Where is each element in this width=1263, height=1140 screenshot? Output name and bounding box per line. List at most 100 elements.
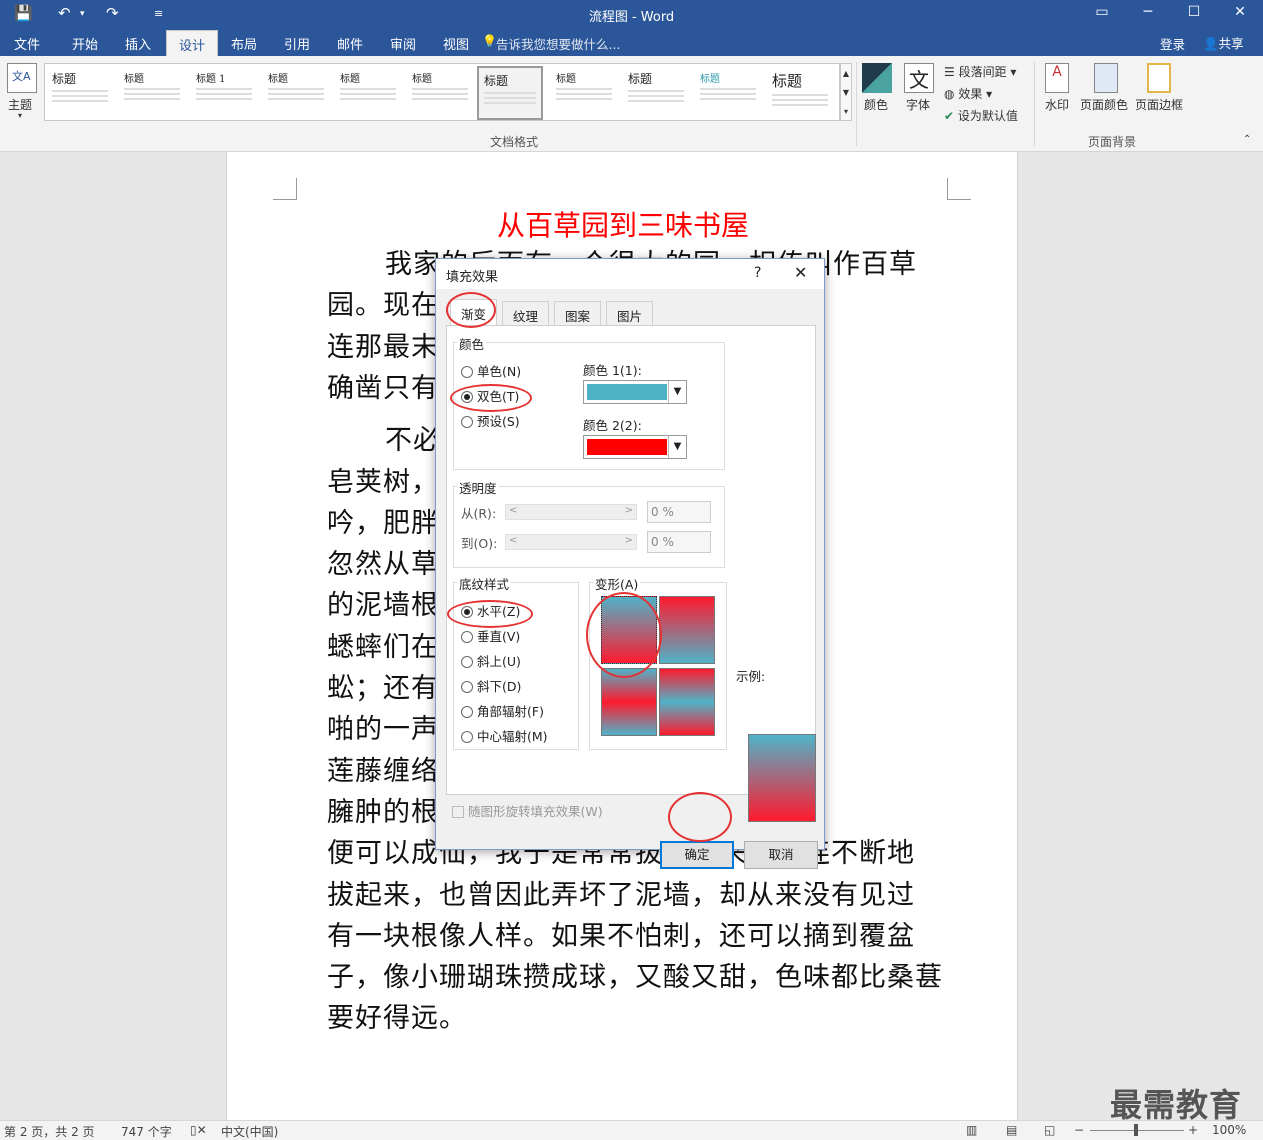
share-button[interactable]: 👤共享 (1203, 33, 1244, 52)
zoom-out-icon[interactable]: − (1074, 1123, 1084, 1137)
checkbox-label: 随图形旋转填充效果(W) (468, 804, 603, 819)
style-item[interactable]: 标题 (47, 66, 113, 120)
tab-references[interactable]: 引用 (284, 34, 310, 53)
style-item-title: 标题 (556, 74, 576, 85)
tab-picture[interactable]: 图片 (606, 301, 654, 325)
radio-one-color[interactable]: 单色(N) (461, 361, 521, 380)
style-item[interactable]: 标题 (407, 66, 473, 120)
style-item-selected[interactable]: 标题 (477, 66, 543, 120)
document-line: 子，像小珊瑚珠攒成球，又酸又甜，色味都比桑葚 (327, 962, 943, 994)
style-item[interactable]: 标题 (119, 66, 185, 120)
style-item[interactable]: 标题 (263, 66, 329, 120)
tab-mailings[interactable]: 邮件 (337, 34, 363, 53)
to-slider[interactable]: < > (505, 534, 637, 550)
margin-corner-mark (947, 178, 971, 200)
radio-label: 斜下(D) (477, 679, 522, 694)
login-link[interactable]: 登录 (1160, 34, 1185, 53)
effects-button[interactable]: ◍ 效果 ▾ (944, 85, 992, 102)
style-item[interactable]: 标题 (623, 66, 689, 120)
annotation-ring (450, 384, 532, 412)
tab-file[interactable]: 文件 (14, 34, 40, 53)
group-label-page-bg: 页面背景 (1088, 135, 1137, 149)
from-spinner[interactable]: 0 % (647, 501, 711, 523)
document-line: 拔起来，也曾因此弄坏了泥墙，却从来没有见过 (327, 879, 915, 911)
ok-button[interactable]: 确定 (660, 841, 734, 869)
fonts-icon[interactable]: 文 (904, 63, 934, 93)
radio-from-center[interactable]: 中心辐射(M) (461, 726, 548, 745)
tab-design[interactable]: 设计 (166, 30, 219, 56)
watermark-logo: 最需教育 (1110, 1086, 1243, 1124)
radio-label: 斜上(U) (477, 654, 521, 669)
tab-texture[interactable]: 纹理 (502, 301, 550, 325)
radio-label: 垂直(V) (477, 629, 521, 644)
from-slider[interactable]: < > (505, 504, 637, 520)
page-border-icon[interactable] (1147, 63, 1171, 93)
color1-picker[interactable]: ▼ (583, 380, 687, 404)
collapse-ribbon-icon[interactable]: ⌃ (1243, 134, 1251, 145)
shading-group-label: 底纹样式 (457, 574, 512, 593)
page-count[interactable]: 第 2 页，共 2 页 (4, 1123, 95, 1140)
help-icon[interactable]: ? (754, 265, 761, 281)
annotation-ring (447, 600, 533, 628)
cancel-button[interactable]: 取消 (744, 841, 818, 869)
radio-diagonal-down[interactable]: 斜下(D) (461, 676, 521, 695)
word-count[interactable]: 747 个字 (121, 1123, 172, 1140)
page-color-icon[interactable] (1094, 63, 1118, 93)
tab-review[interactable]: 审阅 (390, 34, 416, 53)
radio-diagonal-up[interactable]: 斜上(U) (461, 651, 521, 670)
variants-group-label: 变形(A) (593, 574, 641, 593)
sample-label: 示例: (736, 669, 766, 684)
page-color-button[interactable]: 页面颜色 (1080, 96, 1128, 113)
chevron-down-icon[interactable]: ▼ (668, 381, 686, 403)
minimize-icon[interactable]: ─ (1128, 4, 1168, 20)
paragraph-spacing-button[interactable]: ☰ 段落间距 ▾ (944, 63, 1016, 80)
theme-icon[interactable]: 文A (7, 63, 37, 93)
color2-picker[interactable]: ▼ (583, 435, 687, 459)
tab-layout[interactable]: 布局 (231, 34, 257, 53)
group-separator (856, 62, 857, 146)
ribbon-display-icon[interactable]: ▭ (1082, 4, 1122, 20)
to-spinner[interactable]: 0 % (647, 531, 711, 553)
radio-label: 中心辐射(M) (477, 729, 548, 744)
style-item[interactable]: 标题 (551, 66, 617, 120)
tab-view[interactable]: 视图 (443, 34, 469, 53)
gallery-scroll-icon[interactable]: ▲ ▼ ▾ (840, 63, 852, 121)
style-item[interactable]: 标题 1 (191, 66, 257, 120)
radio-preset[interactable]: 预设(S) (461, 411, 520, 430)
proofing-icon[interactable]: ▯✕ (190, 1123, 207, 1137)
style-item[interactable]: 标题 (695, 66, 761, 120)
close-icon[interactable]: ✕ (794, 263, 807, 282)
theme-dropdown-icon[interactable]: ▾ (18, 111, 22, 120)
variant-center-light[interactable] (659, 668, 715, 736)
variant-top-dark[interactable] (659, 596, 715, 664)
watermark-icon[interactable]: A (1045, 63, 1069, 93)
radio-vertical[interactable]: 垂直(V) (461, 626, 520, 645)
rotate-with-shape-checkbox[interactable]: 随图形旋转填充效果(W) (452, 801, 603, 820)
colors-icon[interactable] (862, 63, 892, 93)
document-title: 从百草园到三味书屋 (496, 209, 749, 242)
watermark-button[interactable]: 水印 (1045, 96, 1069, 113)
style-item[interactable]: 标题 (767, 66, 833, 120)
tell-me-search[interactable]: 告诉我您想要做什么... (496, 34, 620, 53)
variant-center-dark[interactable] (601, 668, 657, 736)
to-label: 到(O): (461, 536, 498, 551)
close-window-icon[interactable]: ✕ (1220, 4, 1260, 20)
style-item[interactable]: 标题 (335, 66, 401, 120)
status-bar: 第 2 页，共 2 页 747 个字 ▯✕ 中文(中国) ▥ ▤ ◱ − + 1… (0, 1120, 1263, 1140)
fonts-button[interactable]: 字体 (906, 96, 930, 113)
read-mode-icon[interactable]: ▥ (966, 1123, 977, 1137)
set-default-button[interactable]: ✔ 设为默认值 (944, 107, 1018, 124)
web-layout-icon[interactable]: ◱ (1044, 1123, 1055, 1137)
tab-home[interactable]: 开始 (72, 34, 98, 53)
page-border-button[interactable]: 页面边框 (1135, 96, 1183, 113)
radio-from-corner[interactable]: 角部辐射(F) (461, 701, 544, 720)
language[interactable]: 中文(中国) (221, 1123, 278, 1140)
tab-insert[interactable]: 插入 (125, 34, 151, 53)
chevron-down-icon[interactable]: ▼ (668, 436, 686, 458)
style-item-title: 标题 (700, 74, 720, 85)
tab-pattern[interactable]: 图案 (554, 301, 602, 325)
maximize-icon[interactable]: ☐ (1174, 4, 1214, 20)
print-layout-icon[interactable]: ▤ (1006, 1123, 1017, 1137)
checkmark-icon: ✔ (944, 109, 955, 123)
colors-button[interactable]: 颜色 (864, 96, 888, 113)
